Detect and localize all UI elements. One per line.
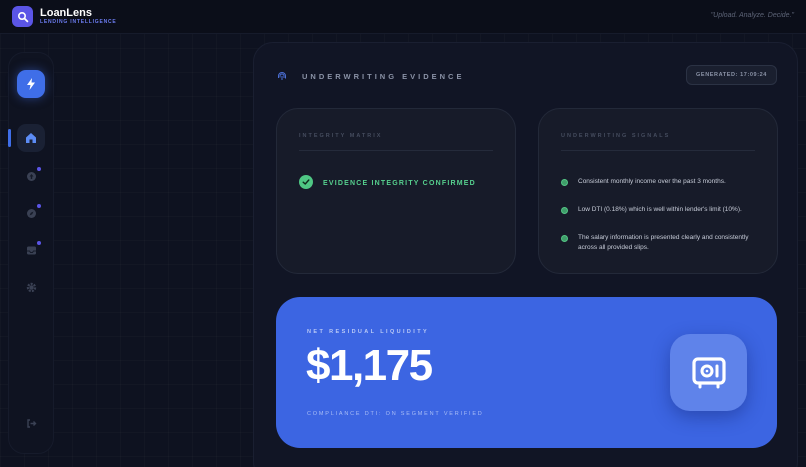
sidebar-item-settings[interactable] xyxy=(17,273,45,301)
notification-dot xyxy=(37,167,41,171)
home-icon xyxy=(26,133,36,143)
gear-icon xyxy=(26,282,36,292)
underwriting-signals-card: UNDERWRITING SIGNALS Consistent monthly … xyxy=(538,108,778,274)
divider xyxy=(299,150,493,151)
liquidity-label: NET RESIDUAL LIQUIDITY xyxy=(307,329,430,335)
active-indicator xyxy=(8,129,11,147)
bolt-icon xyxy=(27,78,35,90)
card-title: UNDERWRITING SIGNALS xyxy=(561,133,671,139)
bullet-icon xyxy=(561,179,568,186)
signal-text: The salary information is presented clea… xyxy=(578,234,749,251)
sidebar-item-explore[interactable] xyxy=(17,199,45,227)
safe-icon xyxy=(670,334,747,411)
integrity-status: EVIDENCE INTEGRITY CONFIRMED xyxy=(323,180,476,187)
inbox-icon xyxy=(26,246,36,254)
sidebar-item-upload[interactable] xyxy=(17,162,45,190)
sidebar-item-quick-action[interactable] xyxy=(17,70,45,98)
app-subtitle: LENDING INTELLIGENCE xyxy=(40,19,117,25)
liquidity-value: $1,175 xyxy=(306,341,433,390)
tagline: "Upload. Analyze. Decide." xyxy=(710,12,794,19)
check-icon xyxy=(299,175,313,189)
fingerprint-icon xyxy=(278,72,286,80)
logout-icon xyxy=(26,418,36,428)
upload-icon xyxy=(26,171,36,181)
page-title: UNDERWRITING EVIDENCE xyxy=(302,72,465,81)
card-title: INTEGRITY MATRIX xyxy=(299,133,383,139)
app-name: LoanLens xyxy=(40,7,92,19)
sidebar-item-logout[interactable] xyxy=(17,409,45,437)
bullet-icon xyxy=(561,235,568,242)
compliance-text: COMPLIANCE DTI: ON SEGMENT VERIFIED xyxy=(307,411,484,417)
top-bar: LoanLens LENDING INTELLIGENCE "Upload. A… xyxy=(0,0,806,34)
signal-text: Consistent monthly income over the past … xyxy=(578,178,726,185)
sidebar-item-home[interactable] xyxy=(17,124,45,152)
sidebar-item-inbox[interactable] xyxy=(17,236,45,264)
sidebar xyxy=(8,52,54,454)
generated-badge: GENERATED: 17:09:24 xyxy=(686,65,777,85)
net-liquidity-card: NET RESIDUAL LIQUIDITY $1,175 COMPLIANCE… xyxy=(276,297,777,448)
integrity-matrix-card: INTEGRITY MATRIX EVIDENCE INTEGRITY CONF… xyxy=(276,108,516,274)
bullet-icon xyxy=(561,207,568,214)
divider xyxy=(561,150,755,151)
search-icon xyxy=(17,11,28,22)
underwriting-evidence-panel: UNDERWRITING EVIDENCE GENERATED: 17:09:2… xyxy=(253,42,798,467)
compass-icon xyxy=(26,208,36,218)
signal-text: Low DTI (0.18%) which is well within len… xyxy=(578,206,742,213)
notification-dot xyxy=(37,241,41,245)
logo[interactable] xyxy=(12,6,33,27)
notification-dot xyxy=(37,204,41,208)
